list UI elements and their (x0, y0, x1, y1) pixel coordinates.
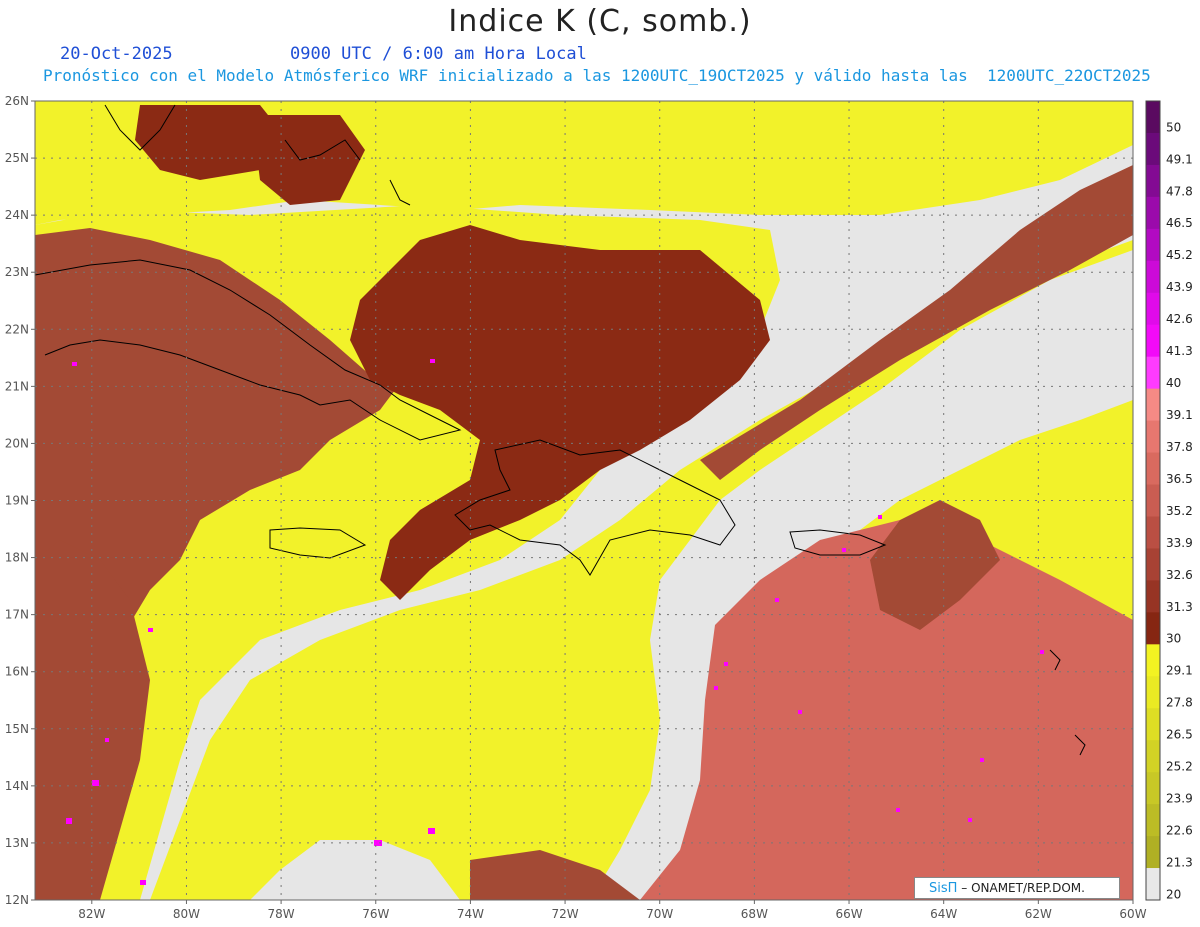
colorbar-label: 23.9 (1166, 792, 1193, 806)
lon-tick-label: 78W (268, 907, 295, 921)
lat-tick-label: 26N (5, 94, 29, 108)
lon-tick-label: 80W (173, 907, 200, 921)
colorbar-label: 30 (1166, 632, 1181, 646)
colorbar-swatch (1146, 740, 1160, 773)
colorbar-swatch (1146, 772, 1160, 805)
lat-tick-label: 14N (5, 779, 29, 793)
lon-tick-label: 82W (78, 907, 105, 921)
lat-tick-label: 22N (5, 322, 29, 336)
lat-tick-label: 24N (5, 208, 29, 222)
colorbar-swatch (1146, 324, 1160, 358)
lon-tick-label: 60W (1119, 907, 1146, 921)
colorbar-swatch (1146, 164, 1160, 198)
colorbar-swatch (1146, 228, 1160, 262)
colorbar-label: 22.6 (1166, 823, 1193, 837)
colorbar-label: 21.3 (1166, 855, 1193, 869)
brand-label: SisΠ (929, 881, 958, 896)
colorbar-swatch (1146, 484, 1160, 517)
colorbar-label: 36.5 (1166, 472, 1193, 486)
colorbar-swatch (1146, 196, 1160, 230)
colorbar-label: 26.5 (1166, 728, 1193, 742)
lat-tick-label: 17N (5, 608, 29, 622)
lat-tick-label: 16N (5, 665, 29, 679)
colorbar-swatch (1146, 132, 1160, 166)
colorbar-label: 45.2 (1166, 248, 1193, 262)
lat-tick-label: 15N (5, 722, 29, 736)
colorbar-swatch (1146, 612, 1160, 645)
colorbar-swatch (1146, 676, 1160, 709)
credit-label: – ONAMET/REP.DOM. (961, 881, 1085, 895)
lon-tick-label: 64W (930, 907, 957, 921)
lon-tick-label: 76W (362, 907, 389, 921)
colorbar-swatch (1146, 516, 1160, 549)
lon-tick-label: 74W (457, 907, 484, 921)
map-canvas: 26N 25N 24N 23N 22N 21N 20N 19N 18N 17N 16N 15N 14N 1… (5, 94, 1193, 921)
lon-tick-label: 62W (1025, 907, 1052, 921)
colorbar-label: 50 (1166, 120, 1181, 134)
colorbar-label: 37.8 (1166, 440, 1193, 454)
longitude-axis: 82W 80W 78W 76W 74W 72W 70W 68W 66W 64W 62W 60W (78, 900, 1147, 921)
colorbar-swatch (1146, 101, 1160, 134)
colorbar-label: 32.6 (1166, 568, 1193, 582)
colorbar-label: 27.8 (1166, 696, 1193, 710)
colorbar-label: 35.2 (1166, 504, 1193, 518)
colorbar-swatch (1146, 356, 1160, 390)
lon-tick-label: 66W (835, 907, 862, 921)
colorbar-swatch (1146, 836, 1160, 869)
lat-tick-label: 13N (5, 836, 29, 850)
colorbar-label: 25.2 (1166, 760, 1193, 774)
lat-tick-label: 19N (5, 494, 29, 508)
lat-tick-label: 18N (5, 551, 29, 565)
lon-tick-label: 68W (741, 907, 768, 921)
colorbar-label: 31.3 (1166, 600, 1193, 614)
colorbar-swatch (1146, 708, 1160, 741)
colorbar-swatch (1146, 804, 1160, 837)
lat-tick-label: 20N (5, 436, 29, 450)
colorbar-label: 29.1 (1166, 664, 1193, 678)
colorbar-swatch (1146, 548, 1160, 581)
colorbar-swatch (1146, 452, 1160, 486)
colorbar-label: 47.8 (1166, 184, 1193, 198)
colorbar-label: 20 (1166, 887, 1181, 901)
lon-tick-label: 72W (551, 907, 578, 921)
colorbar-label: 43.9 (1166, 280, 1193, 294)
lat-tick-label: 23N (5, 265, 29, 279)
colorbar-label: 40 (1166, 376, 1181, 390)
colorbar-label: 33.9 (1166, 536, 1193, 550)
lat-tick-label: 12N (5, 893, 29, 907)
colorbar-label: 49.1 (1166, 152, 1193, 166)
colorbar-label: 41.3 (1166, 344, 1193, 358)
colorbar-swatch (1146, 420, 1160, 454)
lat-tick-label: 25N (5, 151, 29, 165)
colorbar: 50 49.1 47.8 46.5 45.2 43.9 42.6 41.3 40 39.1 37.8… (1145, 100, 1193, 901)
colorbar-swatch (1146, 388, 1160, 422)
colorbar-swatch (1146, 868, 1160, 901)
lat-tick-label: 21N (5, 379, 29, 393)
colorbar-swatch (1146, 644, 1160, 677)
lon-tick-label: 70W (646, 907, 673, 921)
map-plot-area (35, 101, 1133, 900)
colorbar-label: 42.6 (1166, 312, 1193, 326)
colorbar-swatch (1146, 260, 1160, 294)
colorbar-swatch (1146, 580, 1160, 613)
latitude-axis: 26N 25N 24N 23N 22N 21N 20N 19N 18N 17N 16N 15N 14N 1… (5, 94, 35, 907)
colorbar-swatch (1146, 292, 1160, 326)
colorbar-label: 46.5 (1166, 216, 1193, 230)
credit-box: SisΠ – ONAMET/REP.DOM. (914, 877, 1120, 899)
colorbar-label: 39.1 (1166, 408, 1193, 422)
